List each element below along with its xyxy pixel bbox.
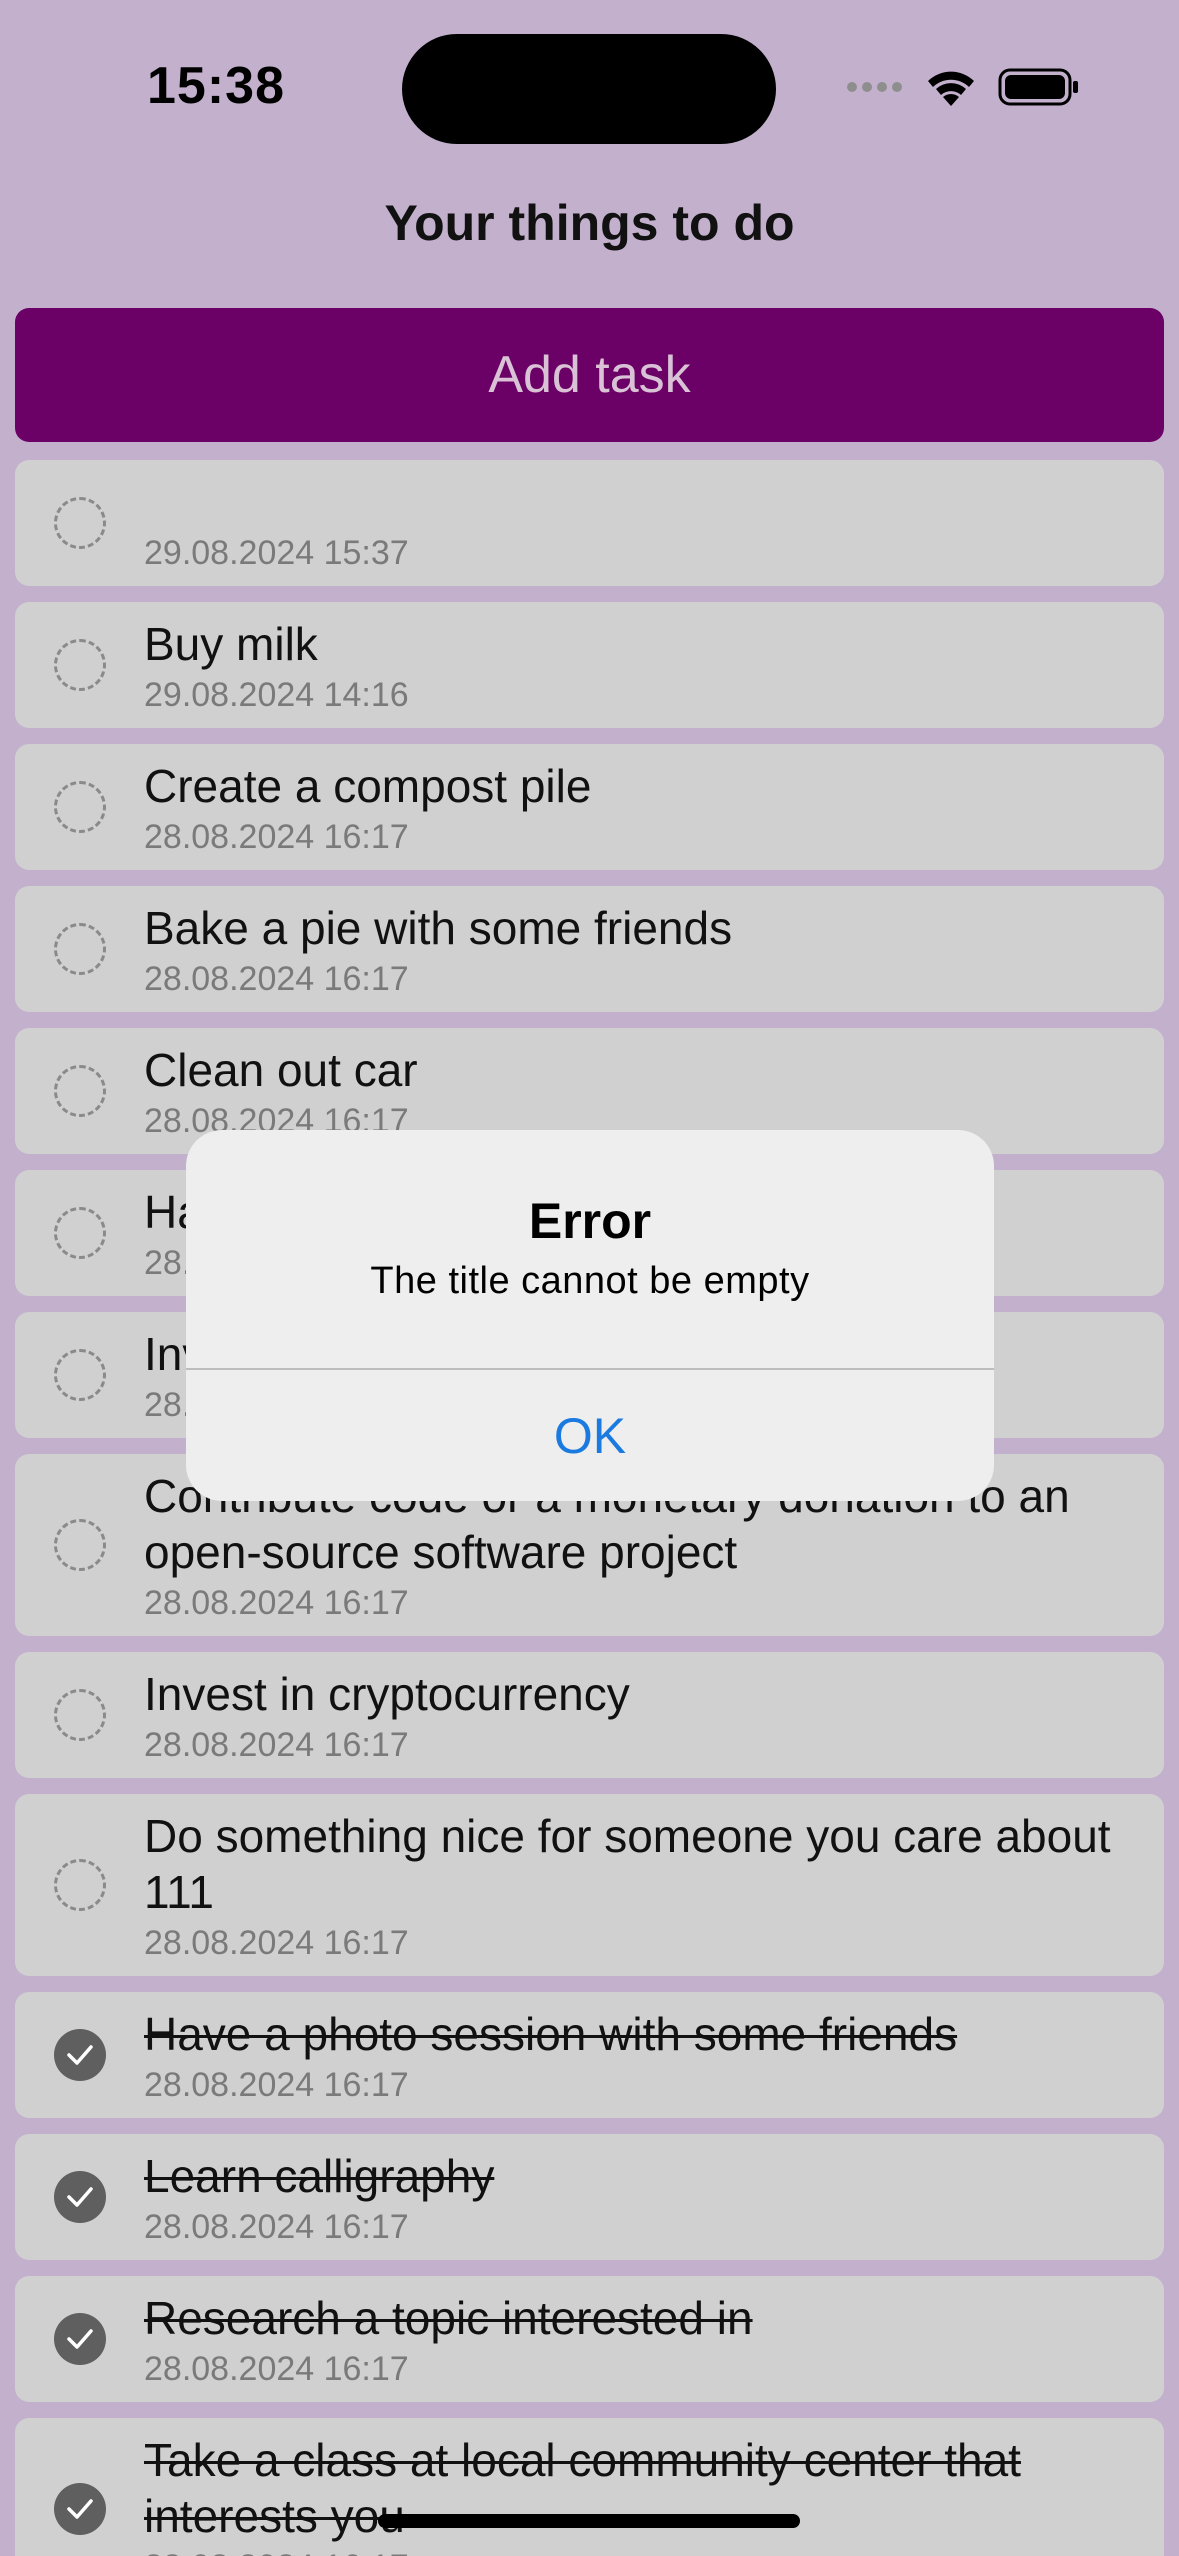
alert-ok-button[interactable]: OK [186, 1370, 994, 1501]
task-row[interactable]: Have a photo session with some friends 28… [15, 1992, 1164, 2118]
task-row[interactable]: Take a class at local community center t… [15, 2418, 1164, 2556]
task-row[interactable]: Research a topic interested in 28.08.2024… [15, 2276, 1164, 2402]
empty-circle-icon[interactable] [54, 639, 106, 691]
checkmark-circle-icon[interactable] [54, 2029, 106, 2081]
status-time: 15:38 [147, 57, 285, 115]
task-row[interactable]: Create a compost pile 28.08.2024 16:17 [15, 744, 1164, 870]
task-title: Invest in cryptocurrency [144, 1668, 630, 1720]
task-date: 28.08.2024 16:17 [144, 2546, 1124, 2556]
task-row[interactable]: Buy milk 29.08.2024 14:16 [15, 602, 1164, 728]
empty-circle-icon[interactable] [54, 923, 106, 975]
task-title: Learn calligraphy [144, 2150, 495, 2202]
task-title: Clean out car [144, 1044, 418, 1096]
error-alert: Error The title cannot be empty OK [186, 1130, 994, 1501]
empty-circle-icon[interactable] [54, 1519, 106, 1571]
checkmark-circle-icon[interactable] [54, 2483, 106, 2535]
checkmark-circle-icon[interactable] [54, 2313, 106, 2365]
task-date: 28.08.2024 16:17 [144, 2350, 409, 2388]
battery-icon [998, 68, 1078, 106]
task-title [144, 474, 1124, 530]
empty-circle-icon[interactable] [54, 497, 106, 549]
empty-circle-icon[interactable] [54, 1207, 106, 1259]
task-date: 28.08.2024 16:17 [144, 1924, 409, 1962]
status-icons [846, 64, 1080, 110]
task-row[interactable]: 29.08.2024 15:37 [15, 460, 1164, 586]
task-title: Bake a pie with some friends [144, 902, 733, 954]
empty-circle-icon[interactable] [54, 1689, 106, 1741]
cellular-signal-icon [847, 82, 902, 92]
task-title: Create a compost pile [144, 760, 592, 812]
dynamic-island [402, 34, 776, 144]
empty-circle-icon[interactable] [54, 781, 106, 833]
task-title: Buy milk [144, 618, 318, 670]
page-title: Your things to do [384, 195, 795, 251]
empty-circle-icon[interactable] [54, 1349, 106, 1401]
checkmark-circle-icon[interactable] [54, 2171, 106, 2223]
task-date: 29.08.2024 15:37 [144, 534, 409, 572]
task-date: 28.08.2024 16:17 [144, 818, 409, 856]
task-date: 28.08.2024 16:17 [144, 2208, 409, 2246]
home-indicator [378, 2514, 800, 2528]
task-row[interactable]: Do something nice for someone you care a… [15, 1794, 1164, 1976]
alert-message: The title cannot be empty [370, 1260, 810, 1302]
task-date: 29.08.2024 14:16 [144, 676, 409, 714]
task-date: 28.08.2024 16:17 [144, 1726, 409, 1764]
task-row[interactable]: Invest in cryptocurrency 28.08.2024 16:17 [15, 1652, 1164, 1778]
task-row[interactable]: Bake a pie with some friends 28.08.2024 1… [15, 886, 1164, 1012]
task-date: 28.08.2024 16:17 [144, 960, 409, 998]
task-row[interactable]: Learn calligraphy 28.08.2024 16:17 [15, 2134, 1164, 2260]
task-title: Have a photo session with some friends [144, 2008, 958, 2060]
task-title: Research a topic interested in [144, 2292, 753, 2344]
task-title: Do something nice for someone you care a… [144, 1810, 1111, 1918]
wifi-icon [928, 71, 974, 106]
task-list: 29.08.2024 15:37 Buy milk 29.08.2024 14:16… [15, 460, 1164, 2556]
add-task-button[interactable]: Add task [15, 308, 1164, 442]
empty-circle-icon[interactable] [54, 1859, 106, 1911]
status-bar: 15:38 [0, 0, 1179, 180]
empty-circle-icon[interactable] [54, 1065, 106, 1117]
task-date: 28.08.2024 16:17 [144, 1584, 409, 1622]
alert-title: Error [528, 1193, 652, 1249]
task-date: 28.08.2024 16:17 [144, 2066, 409, 2104]
